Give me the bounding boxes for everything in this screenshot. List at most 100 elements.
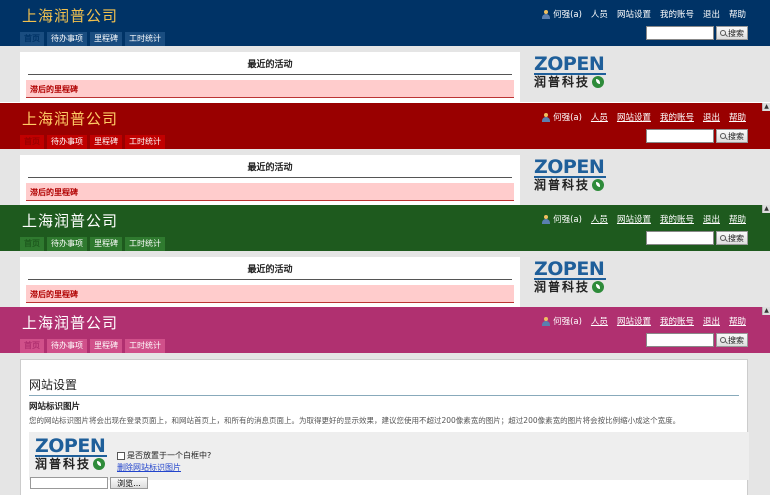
late-milestones: 滞后的里程碑 <box>26 285 514 303</box>
company-name: 上海润普公司 <box>22 7 119 25</box>
logo-upload: 浏览... <box>30 477 148 489</box>
user-nav: 何强(a) 人员 网站设置 我的账号 退出 帮助 <box>542 111 746 123</box>
search-input[interactable] <box>646 231 714 245</box>
theme-preview-blue: 上海润普公司 何强(a) 人员 网站设置 我的账号 退出 帮助 搜索 首页 待办… <box>0 0 770 102</box>
search-icon <box>720 337 726 343</box>
tab-home[interactable]: 首页 <box>20 135 44 149</box>
nav-logout[interactable]: 退出 <box>703 8 720 20</box>
white-frame-label: 是否放置于一个白框中? <box>127 451 212 460</box>
search-input[interactable] <box>646 26 714 40</box>
section-description: 您的网站标识图片将会出现在登录页面上，和网站首页上，和所有的消息页面上。为取得更… <box>29 416 681 425</box>
company-name: 上海润普公司 <box>22 212 119 230</box>
nav-people[interactable]: 人员 <box>591 315 608 327</box>
nav-my-account[interactable]: 我的账号 <box>660 213 694 225</box>
nav-people[interactable]: 人员 <box>591 111 608 123</box>
user-nav: 何强(a) 人员 网站设置 我的账号 退出 帮助 <box>542 213 746 225</box>
scroll-up-button[interactable]: ▲ <box>762 103 770 111</box>
user-name: 何强(a) <box>553 317 582 327</box>
company-name: 上海润普公司 <box>22 110 119 128</box>
nav-site-settings[interactable]: 网站设置 <box>617 8 651 20</box>
tab-timesheet[interactable]: 工时统计 <box>125 237 165 251</box>
search-icon <box>720 133 726 139</box>
site-logo: ZOPEN 润普科技 <box>534 53 606 89</box>
tab-milestones[interactable]: 里程碑 <box>90 32 122 46</box>
main-tabs: 首页 待办事项 里程碑 工时统计 <box>20 339 165 353</box>
nav-help[interactable]: 帮助 <box>729 315 746 327</box>
white-frame-option: 是否放置于一个白框中? <box>117 450 211 461</box>
current-site-logo: ZOPEN 润普科技 <box>35 435 107 471</box>
nav-site-settings[interactable]: 网站设置 <box>617 315 651 327</box>
user-icon <box>542 316 551 326</box>
browse-button[interactable]: 浏览... <box>110 477 148 489</box>
user-name: 何强(a) <box>553 215 582 225</box>
user-nav: 何强(a) 人员 网站设置 我的账号 退出 帮助 <box>542 8 746 20</box>
nav-my-account[interactable]: 我的账号 <box>660 111 694 123</box>
tab-todo[interactable]: 待办事项 <box>47 237 87 251</box>
user-icon <box>542 214 551 224</box>
late-milestones: 滞后的里程碑 <box>26 183 514 201</box>
late-milestones: 滞后的里程碑 <box>26 80 514 98</box>
scroll-up-button[interactable]: ▲ <box>762 307 770 315</box>
tab-milestones[interactable]: 里程碑 <box>90 339 122 353</box>
section-title: 网站标识图片 <box>29 402 81 412</box>
tab-todo[interactable]: 待办事项 <box>47 339 87 353</box>
activity-box: 最近的活动 滞后的里程碑 <box>20 257 520 307</box>
main-tabs: 首页 待办事项 里程碑 工时统计 <box>20 135 165 149</box>
activity-title: 最近的活动 <box>28 262 512 280</box>
nav-logout[interactable]: 退出 <box>703 315 720 327</box>
nav-help[interactable]: 帮助 <box>729 8 746 20</box>
tab-timesheet[interactable]: 工时统计 <box>125 339 165 353</box>
file-path-input[interactable] <box>30 477 108 489</box>
content-area: 最近的活动 滞后的里程碑 ZOPEN 润普科技 <box>0 251 770 307</box>
scroll-up-button[interactable]: ▲ <box>762 205 770 213</box>
nav-site-settings[interactable]: 网站设置 <box>617 213 651 225</box>
user-icon <box>542 112 551 122</box>
nav-people[interactable]: 人员 <box>591 213 608 225</box>
white-frame-checkbox[interactable] <box>117 451 125 460</box>
activity-title: 最近的活动 <box>28 57 512 75</box>
nav-site-settings[interactable]: 网站设置 <box>617 111 651 123</box>
tab-home[interactable]: 首页 <box>20 339 44 353</box>
tab-home[interactable]: 首页 <box>20 32 44 46</box>
search-icon <box>720 235 726 241</box>
delete-logo-link[interactable]: 删除网站标识图片 <box>117 462 181 473</box>
main-tabs: 首页 待办事项 里程碑 工时统计 <box>20 237 165 251</box>
nav-help[interactable]: 帮助 <box>729 213 746 225</box>
tab-todo[interactable]: 待办事项 <box>47 135 87 149</box>
nav-people[interactable]: 人员 <box>591 8 608 20</box>
header: 上海润普公司 何强(a) 人员 网站设置 我的账号 退出 帮助 搜索 首页 待办… <box>0 205 770 251</box>
nav-logout[interactable]: 退出 <box>703 213 720 225</box>
nav-logout[interactable]: 退出 <box>703 111 720 123</box>
theme-preview-green: 上海润普公司 何强(a) 人员 网站设置 我的账号 退出 帮助 搜索 首页 待办… <box>0 205 770 307</box>
nav-my-account[interactable]: 我的账号 <box>660 315 694 327</box>
page-title: 网站设置 <box>29 376 739 396</box>
search-button[interactable]: 搜索 <box>716 333 748 347</box>
search-button[interactable]: 搜索 <box>716 129 748 143</box>
theme-preview-pink: 上海润普公司 何强(a) 人员 网站设置 我的账号 退出 帮助 搜索 首页 待办… <box>0 307 770 495</box>
user-icon <box>542 9 551 19</box>
main-tabs: 首页 待办事项 里程碑 工时统计 <box>20 32 165 46</box>
search-bar: 搜索 <box>646 129 748 143</box>
content-area: 最近的活动 滞后的里程碑 ZOPEN 润普科技 <box>0 149 770 205</box>
activity-box: 最近的活动 滞后的里程碑 <box>20 52 520 102</box>
nav-help[interactable]: 帮助 <box>729 111 746 123</box>
tab-timesheet[interactable]: 工时统计 <box>125 32 165 46</box>
tab-home[interactable]: 首页 <box>20 237 44 251</box>
header: 上海润普公司 何强(a) 人员 网站设置 我的账号 退出 帮助 搜索 首页 待办… <box>0 103 770 149</box>
header: 上海润普公司 何强(a) 人员 网站设置 我的账号 退出 帮助 搜索 首页 待办… <box>0 0 770 46</box>
activity-box: 最近的活动 滞后的里程碑 <box>20 155 520 205</box>
tab-todo[interactable]: 待办事项 <box>47 32 87 46</box>
company-name: 上海润普公司 <box>22 314 119 332</box>
search-button[interactable]: 搜索 <box>716 231 748 245</box>
tab-milestones[interactable]: 里程碑 <box>90 237 122 251</box>
nav-my-account[interactable]: 我的账号 <box>660 8 694 20</box>
search-input[interactable] <box>646 129 714 143</box>
tab-timesheet[interactable]: 工时统计 <box>125 135 165 149</box>
search-input[interactable] <box>646 333 714 347</box>
leaf-icon <box>592 76 605 88</box>
leaf-icon <box>592 179 605 191</box>
user-name: 何强(a) <box>553 113 582 123</box>
tab-milestones[interactable]: 里程碑 <box>90 135 122 149</box>
leaf-icon <box>93 458 106 470</box>
search-button[interactable]: 搜索 <box>716 26 748 40</box>
